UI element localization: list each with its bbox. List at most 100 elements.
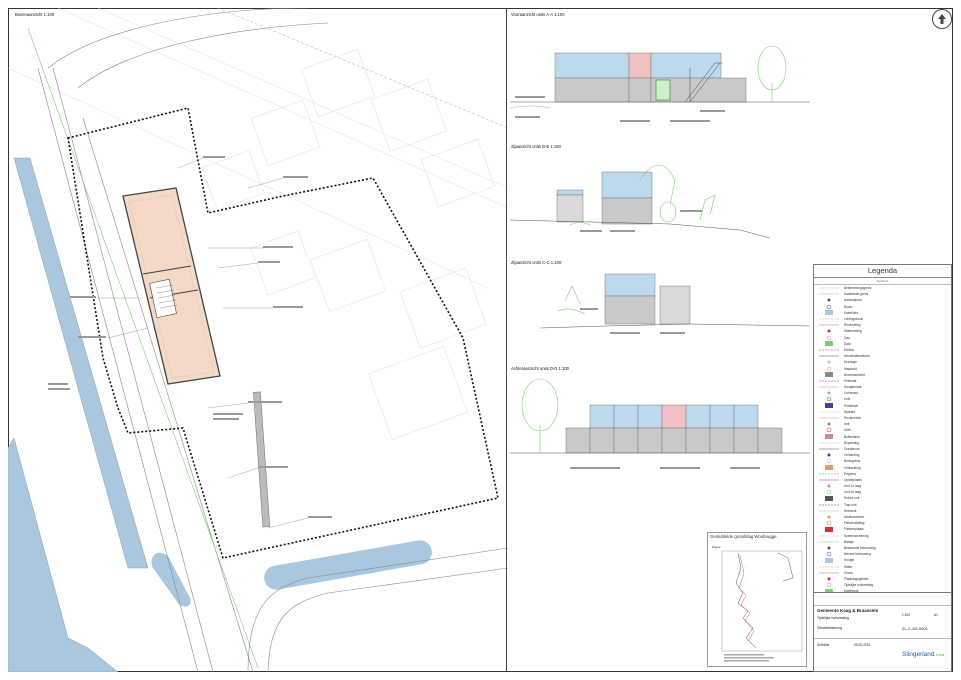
- legend-title: Legenda: [814, 265, 951, 278]
- divider: [506, 8, 507, 672]
- legend-label: Hoogte: [844, 558, 855, 563]
- legend-symbol: [814, 465, 844, 471]
- legend-label: Waterleiding: [844, 329, 862, 334]
- plan-title: Bovenaanzicht 1:100: [15, 12, 55, 17]
- legend-label: Unit 1e laag: [844, 484, 862, 489]
- legend-label: Leidingstrook: [844, 317, 863, 322]
- legend-symbol: [814, 452, 844, 458]
- legend-label: Rioolleiding: [844, 323, 861, 328]
- cable-strip: [253, 391, 271, 528]
- legend-symbol: [814, 483, 844, 489]
- legend-symbol: [814, 564, 844, 570]
- elevation-a: [510, 45, 810, 122]
- legend-label: Parkeerplaats: [844, 527, 864, 532]
- view-c-title: Zijaanzicht units C-C 1:100: [511, 260, 562, 265]
- legend-label: Aansluitpunt: [844, 298, 862, 303]
- legend-symbol: [814, 533, 844, 539]
- legend-symbol: [814, 514, 844, 520]
- legend-label: Nieuwe bebouwing: [844, 552, 871, 557]
- legend-symbol: [814, 539, 844, 545]
- pond-water: [151, 552, 191, 607]
- legend-label: Kadastrale grens: [844, 292, 869, 297]
- legend-label: Groen: [844, 570, 853, 575]
- legend-symbol: [814, 557, 844, 563]
- legend-label: Opstelplaats: [844, 477, 862, 482]
- title-block: Gemeente Kaag & Braassem Tijdelijke huis…: [813, 592, 952, 672]
- date: 09-02-2024: [854, 643, 871, 647]
- legend-symbol: [814, 446, 844, 452]
- legend-label: Trap unit: [844, 502, 857, 507]
- legend-symbol: [814, 427, 844, 433]
- legend-label: Bankje: [844, 539, 854, 544]
- legend-label: Putdeksel: [844, 403, 858, 408]
- legend-label: Bestaande bebouwing: [844, 545, 876, 550]
- legend-label: Elektra: [844, 347, 854, 352]
- legend-label: Beplanting: [844, 440, 860, 445]
- legend-symbol: [814, 582, 844, 588]
- legend-symbol: [814, 471, 844, 477]
- legend-label: Hoogtemaat: [844, 385, 862, 390]
- legend-symbol: [814, 545, 844, 551]
- legend-label: Lichtmast: [844, 391, 858, 396]
- legend-label: Inrit: [844, 422, 850, 427]
- legend-symbol: [814, 335, 844, 341]
- legend-symbol: [814, 477, 844, 483]
- legend-symbol: [814, 570, 844, 576]
- legend-symbol: [814, 291, 844, 297]
- legend-symbol: [814, 576, 844, 582]
- legend-symbol: [814, 341, 844, 347]
- legend-label: Kabel/leid: [844, 310, 858, 315]
- legend-symbol: [814, 520, 844, 526]
- legend-symbol: [814, 390, 844, 396]
- legend-symbol: [814, 359, 844, 365]
- elevation-d: [510, 378, 810, 469]
- legend-label: Afvalcontainer: [844, 515, 865, 520]
- legend-symbol: [814, 353, 844, 359]
- legend-symbol: [814, 415, 844, 421]
- legend-symbol: [814, 508, 844, 514]
- legend-symbol: [814, 434, 844, 440]
- scale: 1:100: [902, 613, 910, 617]
- legend-label: Verharding: [844, 453, 860, 458]
- legend-label: Entree unit: [844, 496, 860, 501]
- legend-symbol: [814, 384, 844, 390]
- legend-subtitle: Symbool: [814, 278, 951, 285]
- legend-symbol: [814, 316, 844, 322]
- legend-label: Drainage: [844, 360, 857, 365]
- legend-symbol: [814, 495, 844, 501]
- company-logo: Slingerland infra: [902, 651, 944, 658]
- elevation-c: [539, 273, 810, 334]
- elevation-b: [510, 164, 771, 239]
- legend-panel: Legenda Symbool Bestemmingsgrens Kadastra…: [813, 264, 952, 600]
- project-name: Tijdelijke huisvesting: [817, 616, 849, 620]
- north-arrow-icon: [932, 9, 952, 29]
- canal-water: [13, 157, 149, 569]
- legend-label: Fietsenstalling: [844, 521, 865, 526]
- legend-symbol: [814, 489, 844, 495]
- view-a-title: Vooraanzicht units A-A 1:100: [511, 12, 565, 17]
- company-name: Slingerland: [902, 651, 935, 658]
- legend-label: Bestemmingsgrens: [844, 286, 872, 291]
- legend-list: Bestemmingsgrens Kadastrale grens Aansluit…: [814, 285, 951, 594]
- legend-label: Water: [844, 564, 853, 569]
- legend-symbol: [814, 403, 844, 409]
- legend-symbol: [814, 396, 844, 402]
- geo-graph: [721, 550, 803, 662]
- legend-label: Bovenaanzicht: [844, 372, 865, 377]
- legend-label: Hydrant: [844, 409, 856, 414]
- legend-symbol: [814, 285, 844, 291]
- view-d-title: Achteraanzicht units D-D 1:100: [511, 366, 569, 371]
- legend-label: Maaiveld: [844, 366, 857, 371]
- legend-label: Tijdelijke huisvesting: [844, 583, 874, 588]
- legend-symbol: [814, 328, 844, 334]
- legend-label: Boom: [844, 304, 853, 309]
- site-plan: [8, 8, 508, 672]
- legend-label: Uitrit: [844, 428, 851, 433]
- legend-symbol: [814, 366, 844, 372]
- drawing-title: Situatietekening: [817, 626, 842, 630]
- legend-label: Bouwgrens: [844, 459, 860, 464]
- legend-symbol: [814, 310, 844, 316]
- legend-symbol: [814, 502, 844, 508]
- dotted-boundary-1: [67, 107, 499, 559]
- legend-symbol: [814, 440, 844, 446]
